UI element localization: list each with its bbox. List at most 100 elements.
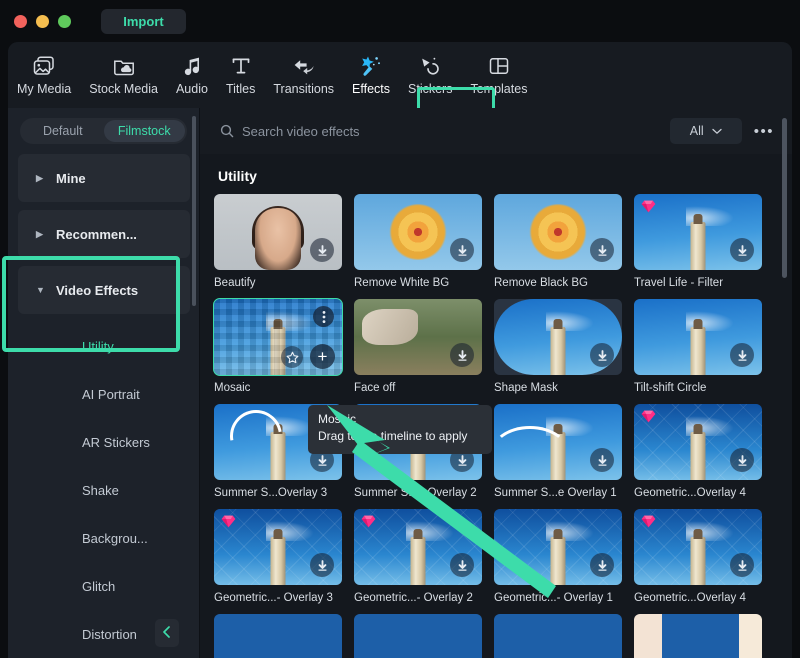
magic-wand-icon	[359, 55, 383, 77]
effect-card[interactable]: Summer S...e Overlay 2	[354, 404, 494, 499]
maximize-window-button[interactable]	[58, 14, 71, 28]
effect-card-partial[interactable]	[354, 614, 494, 658]
download-icon[interactable]	[450, 238, 474, 262]
download-icon[interactable]	[590, 448, 614, 472]
effect-card[interactable]: Geometric...- Overlay 1	[494, 509, 634, 604]
effect-thumbnail[interactable]	[354, 404, 482, 480]
effect-card[interactable]: Tilt-shift Circle	[634, 299, 774, 394]
download-icon[interactable]	[730, 553, 754, 577]
tab-my-media[interactable]: My Media	[8, 45, 80, 105]
image-folder-icon	[33, 55, 55, 77]
search-input[interactable]	[242, 123, 670, 139]
effect-thumbnail[interactable]: +	[213, 298, 343, 376]
download-icon[interactable]	[590, 343, 614, 367]
effect-card[interactable]: Summer S...e Overlay 1	[494, 404, 634, 499]
effect-thumbnail[interactable]	[634, 509, 762, 585]
effect-more-menu-icon[interactable]	[313, 306, 334, 327]
effect-card[interactable]: Beautify	[214, 194, 354, 289]
effect-card[interactable]: Geometric...Overlay 4	[634, 404, 774, 499]
tab-templates[interactable]: Templates	[461, 45, 536, 105]
effect-thumbnail[interactable]	[494, 614, 622, 658]
more-options-icon[interactable]: •••	[754, 123, 774, 140]
effect-card-partial[interactable]	[214, 614, 354, 658]
download-icon[interactable]	[730, 448, 754, 472]
effect-thumbnail[interactable]	[494, 509, 622, 585]
effects-content-panel: All ••• Utility Beautify Remove White BG R…	[200, 108, 792, 658]
effect-thumbnail[interactable]	[354, 194, 482, 270]
tab-titles[interactable]: Titles	[217, 45, 264, 105]
sidebar-item-recommen[interactable]: ▶ Recommen...	[18, 210, 190, 258]
download-icon[interactable]	[310, 238, 334, 262]
close-window-button[interactable]	[14, 14, 27, 28]
effects-scrollbar[interactable]	[782, 118, 787, 278]
sidebar-category-list[interactable]: ▶ Mine ▶ Recommen... ▼ Video Effects Utility AI…	[8, 154, 200, 658]
effect-card[interactable]: Shape Mask	[494, 299, 634, 394]
minimize-window-button[interactable]	[36, 14, 49, 28]
sidebar-item-video-effects[interactable]: ▼ Video Effects	[18, 266, 190, 314]
effect-card[interactable]: Face off	[354, 299, 494, 394]
sidebar-item-backgrou[interactable]: Backgrou...	[18, 514, 190, 562]
premium-diamond-icon	[641, 515, 656, 528]
tab-transitions[interactable]: Transitions	[264, 45, 343, 105]
effect-card[interactable]: Geometric...- Overlay 2	[354, 509, 494, 604]
effect-card[interactable]: Remove White BG	[354, 194, 494, 289]
tab-label: Stock Media	[89, 81, 158, 96]
effect-card[interactable]: Geometric...Overlay 4	[634, 509, 774, 604]
effect-card[interactable]: Geometric...- Overlay 3	[214, 509, 354, 604]
effect-thumbnail[interactable]	[214, 194, 342, 270]
effect-thumbnail[interactable]	[354, 614, 482, 658]
effect-thumbnail[interactable]	[354, 299, 482, 375]
download-icon[interactable]	[590, 238, 614, 262]
sidebar-item-ai-portrait[interactable]: AI Portrait	[18, 370, 190, 418]
effect-label: Summer S...Overlay 3	[214, 487, 328, 499]
sidebar-item-ar-stickers[interactable]: AR Stickers	[18, 418, 190, 466]
effect-thumbnail[interactable]	[494, 404, 622, 480]
effect-thumbnail[interactable]	[354, 509, 482, 585]
tab-stock-media[interactable]: Stock Media	[80, 45, 167, 105]
sidebar-item-utility[interactable]: Utility	[18, 322, 190, 370]
segment-filmstock[interactable]: Filmstock	[103, 120, 185, 142]
tab-label: My Media	[17, 81, 72, 96]
effect-thumbnail[interactable]	[214, 614, 342, 658]
filter-all-dropdown[interactable]: All	[669, 118, 742, 144]
tab-label: Transitions	[273, 81, 335, 96]
effect-card-partial[interactable]	[634, 614, 774, 658]
effect-thumbnail[interactable]	[634, 194, 762, 270]
effect-thumbnail[interactable]	[214, 404, 342, 480]
effect-card[interactable]: + Mosaic	[213, 298, 354, 394]
add-effect-icon[interactable]: +	[310, 344, 335, 369]
effect-card[interactable]: Travel Life - Filter	[634, 194, 774, 289]
effect-label: Geometric...Overlay 4	[634, 592, 746, 604]
effect-label: Face off	[354, 382, 396, 394]
chevron-left-icon	[161, 625, 173, 642]
download-icon[interactable]	[450, 343, 474, 367]
sidebar-scrollbar[interactable]	[192, 116, 196, 306]
effect-thumbnail[interactable]	[634, 614, 762, 658]
import-button[interactable]: Import	[101, 8, 186, 34]
tab-effects[interactable]: Effects	[343, 45, 399, 105]
download-icon[interactable]	[310, 448, 334, 472]
effect-thumbnail[interactable]	[634, 404, 762, 480]
sidebar-item-mine[interactable]: ▶ Mine	[18, 154, 190, 202]
tab-audio[interactable]: Audio	[167, 45, 217, 105]
effect-card[interactable]: Remove Black BG	[494, 194, 634, 289]
download-icon[interactable]	[310, 553, 334, 577]
download-icon[interactable]	[730, 343, 754, 367]
effect-thumbnail[interactable]	[494, 299, 622, 375]
download-icon[interactable]	[730, 238, 754, 262]
effect-thumbnail[interactable]	[634, 299, 762, 375]
effect-thumbnail[interactable]	[494, 194, 622, 270]
sidebar-collapse-button[interactable]	[155, 619, 179, 647]
sidebar-item-shake[interactable]: Shake	[18, 466, 190, 514]
favorite-star-icon[interactable]	[281, 346, 303, 368]
effect-card-partial[interactable]	[494, 614, 634, 658]
effect-card[interactable]: Summer S...Overlay 3	[214, 404, 354, 499]
tab-stickers[interactable]: Stickers	[399, 45, 461, 105]
download-icon[interactable]	[450, 553, 474, 577]
effect-thumbnail[interactable]	[214, 509, 342, 585]
sidebar-item-glitch[interactable]: Glitch	[18, 562, 190, 610]
segment-default[interactable]: Default	[22, 120, 104, 142]
effects-grid-scroll: Beautify Remove White BG Remove Black BG Tr…	[200, 194, 792, 658]
download-icon[interactable]	[590, 553, 614, 577]
download-icon[interactable]	[450, 448, 474, 472]
